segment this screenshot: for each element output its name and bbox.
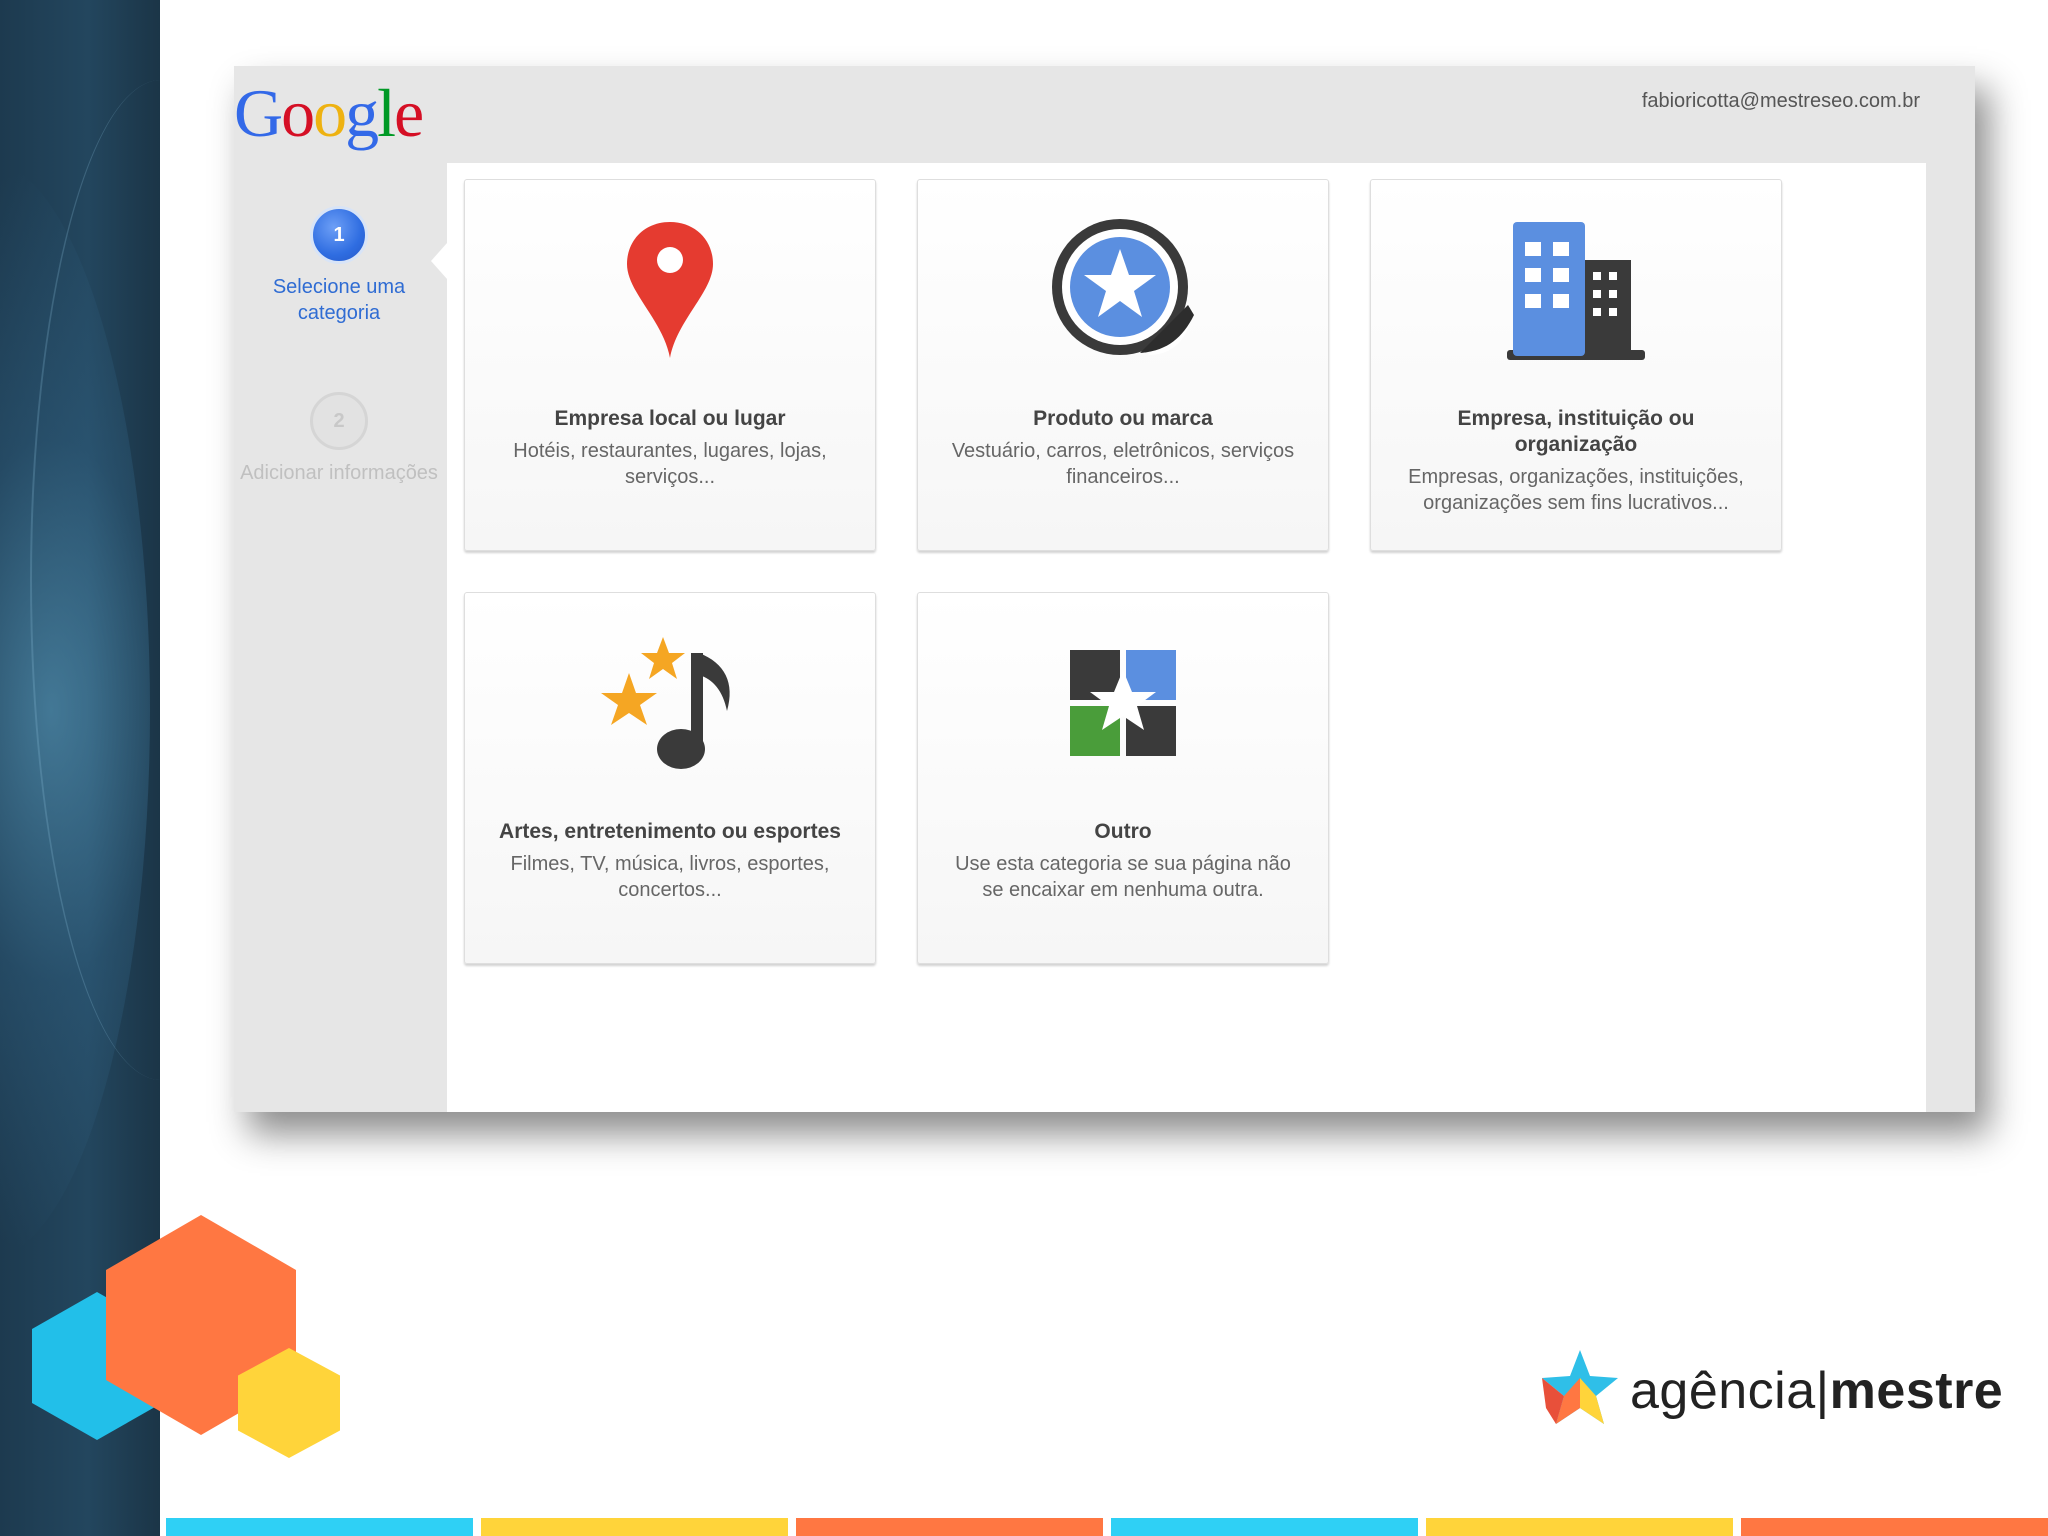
account-email[interactable]: fabioricotta@mestreseo.com.br: [1642, 90, 1920, 113]
card-title: Artes, entretenimento ou esportes: [499, 820, 841, 843]
card-title: Produto ou marca: [1033, 407, 1213, 430]
map-pin-icon: [627, 222, 713, 358]
agencia-mestre-logo: agência|mestre: [1540, 1348, 2003, 1434]
category-card-other[interactable]: Outro Use esta categoria se sua página n…: [917, 592, 1329, 964]
card-description: Vestuário, carros, eletrônicos, serviços…: [951, 440, 1295, 488]
category-card-local-business[interactable]: Empresa local ou lugar Hotéis, restauran…: [464, 179, 876, 551]
card-description: Hotéis, restaurantes, lugares, lojas, se…: [513, 440, 827, 488]
card-title: Empresa local ou lugar: [554, 407, 786, 430]
google-logo: Google: [234, 75, 424, 151]
google-page-window: Google fabioricotta@mestreseo.com.br 1 S…: [234, 66, 1975, 1112]
step-number-badge: 2: [310, 392, 368, 450]
stripe: [1426, 1518, 1733, 1536]
category-card-product-brand[interactable]: Produto ou marca Vestuário, carros, elet…: [917, 179, 1329, 551]
step-select-category: 1 Selecione uma categoria: [234, 206, 444, 326]
star-badge-icon: [1052, 219, 1194, 355]
stripe: [796, 1518, 1103, 1536]
card-title: Empresa, instituição ou organização: [1457, 407, 1695, 456]
card-description: Filmes, TV, música, livros, esportes, co…: [510, 853, 830, 901]
card-description: Use esta categoria se sua página não se …: [955, 853, 1291, 901]
stripe: [166, 1518, 473, 1536]
category-card-arts-entertainment[interactable]: Artes, entretenimento ou esportes Filmes…: [464, 592, 876, 964]
step-label: Adicionar informações: [240, 462, 438, 484]
panel-pointer: [431, 243, 447, 279]
stripe: [481, 1518, 788, 1536]
brand-star-icon: [1542, 1350, 1618, 1424]
card-description: Empresas, organizações, instituições, or…: [1408, 466, 1744, 514]
brand-separator: |: [1815, 1362, 1830, 1420]
brand-name-part2: mestre: [1829, 1362, 2004, 1420]
stripe: [1741, 1518, 2048, 1536]
card-title: Outro: [1094, 820, 1152, 843]
puzzle-star-icon: [1070, 650, 1176, 756]
step-number-badge: 1: [310, 206, 368, 264]
stripe: [1111, 1518, 1418, 1536]
category-panel: Empresa local ou lugar Hotéis, restauran…: [431, 163, 1926, 1112]
building-icon: [1507, 222, 1645, 360]
step-label: Selecione uma categoria: [272, 276, 406, 324]
bottom-color-stripes: [166, 1518, 2048, 1536]
brand-name-part1: agência: [1630, 1362, 1816, 1420]
music-stars-icon: [601, 637, 730, 769]
step-add-info: 2 Adicionar informações: [234, 392, 444, 486]
category-card-organization[interactable]: Empresa, instituição ou organização Empr…: [1370, 179, 1782, 551]
